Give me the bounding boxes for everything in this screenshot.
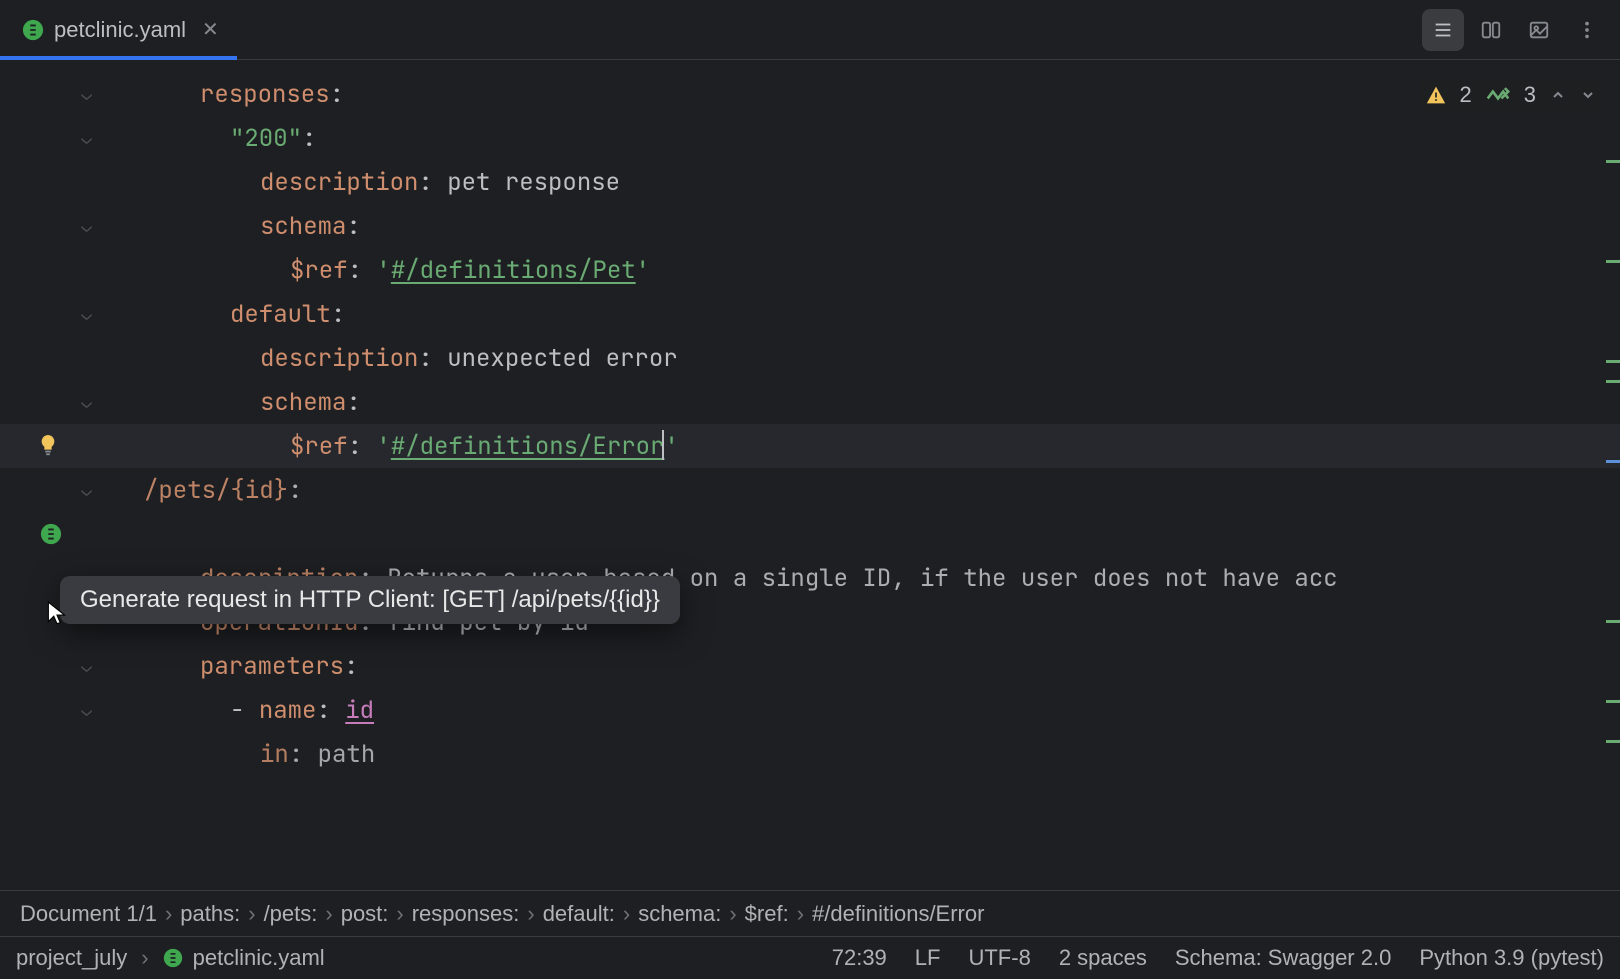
status-file[interactable]: petclinic.yaml [193, 945, 325, 971]
breadcrumb-item[interactable]: schema: [638, 901, 721, 927]
breadcrumb-item[interactable]: default: [543, 901, 615, 927]
fold-icon[interactable]: ⌄ [81, 699, 92, 722]
fold-icon[interactable]: ⌄ [81, 127, 92, 150]
view-mode-preview-icon[interactable] [1518, 9, 1560, 51]
status-encoding[interactable]: UTF-8 [968, 945, 1030, 971]
breadcrumb: Document 1/1 › paths: › /pets: › post: › res… [0, 890, 1620, 936]
breadcrumb-item[interactable]: Document 1/1 [20, 901, 157, 927]
fold-icon[interactable]: ⌄ [81, 215, 92, 238]
breadcrumb-item[interactable]: paths: [180, 901, 240, 927]
editor-tab-petclinic[interactable]: petclinic.yaml ✕ [0, 0, 237, 59]
chevron-right-icon: › [248, 901, 255, 927]
code-line[interactable]: ⌄ default: [0, 292, 1620, 336]
code-line[interactable]: $ref: '#/definitions/Error' [0, 424, 1620, 468]
gutter-tooltip-text: Generate request in HTTP Client: [GET] /… [80, 586, 660, 613]
tab-actions [1422, 9, 1620, 51]
editor-tab-label: petclinic.yaml [54, 17, 186, 43]
code-line[interactable]: ⌄ schema: [0, 380, 1620, 424]
chevron-right-icon: › [165, 901, 172, 927]
status-indent[interactable]: 2 spaces [1059, 945, 1147, 971]
status-schema[interactable]: Schema: Swagger 2.0 [1175, 945, 1391, 971]
gutter-tooltip: Generate request in HTTP Client: [GET] /… [60, 576, 680, 624]
breadcrumb-item[interactable]: #/definitions/Error [812, 901, 984, 927]
mouse-cursor-icon [46, 600, 68, 628]
openapi-file-icon [163, 948, 183, 968]
breadcrumb-item[interactable]: /pets: [264, 901, 318, 927]
fold-icon[interactable]: ⌄ [81, 83, 92, 106]
chevron-right-icon: › [729, 901, 736, 927]
status-caret-position[interactable]: 72:39 [832, 945, 887, 971]
chevron-right-icon: › [797, 901, 804, 927]
close-icon[interactable]: ✕ [202, 17, 219, 42]
code-line[interactable]: in: path [0, 732, 1620, 776]
code-line[interactable]: ⌄ schema: [0, 204, 1620, 248]
code-line[interactable]: ⌄ responses: [0, 72, 1620, 116]
code-line[interactable]: description: unexpected error [0, 336, 1620, 380]
code-line[interactable]: ⌄ /pets/{id}: [0, 468, 1620, 512]
code-line[interactable]: $ref: '#/definitions/Pet' [0, 248, 1620, 292]
fold-icon[interactable]: ⌄ [81, 303, 92, 326]
status-interpreter[interactable]: Python 3.9 (pytest) [1419, 945, 1604, 971]
editor-tabbar: petclinic.yaml ✕ [0, 0, 1620, 60]
chevron-right-icon: › [396, 901, 403, 927]
chevron-right-icon: › [623, 901, 630, 927]
code-line[interactable]: ⌄ parameters: [0, 644, 1620, 688]
breadcrumb-item[interactable]: $ref: [745, 901, 789, 927]
more-options-icon[interactable] [1566, 9, 1608, 51]
fold-icon[interactable]: ⌄ [81, 655, 92, 678]
code-editor[interactable]: 2 3 ⌄ responses: ⌄ "200": description: p… [0, 60, 1620, 890]
status-project[interactable]: project_july [16, 945, 127, 971]
code-line[interactable]: ⌄ - name: id [0, 688, 1620, 732]
chevron-right-icon: › [527, 901, 534, 927]
status-line-separator[interactable]: LF [915, 945, 941, 971]
error-stripe[interactable] [1606, 60, 1620, 890]
view-mode-split-icon[interactable] [1470, 9, 1512, 51]
breadcrumb-item[interactable]: post: [341, 901, 389, 927]
breadcrumb-item[interactable]: responses: [412, 901, 520, 927]
openapi-file-icon [22, 19, 44, 41]
code-line[interactable] [0, 512, 1620, 556]
status-bar: project_july › petclinic.yaml 72:39 LF U… [0, 936, 1620, 978]
code-line[interactable]: description: pet response [0, 160, 1620, 204]
chevron-right-icon: › [141, 945, 148, 971]
chevron-right-icon: › [325, 901, 332, 927]
view-mode-text-icon[interactable] [1422, 9, 1464, 51]
code-line[interactable]: ⌄ "200": [0, 116, 1620, 160]
